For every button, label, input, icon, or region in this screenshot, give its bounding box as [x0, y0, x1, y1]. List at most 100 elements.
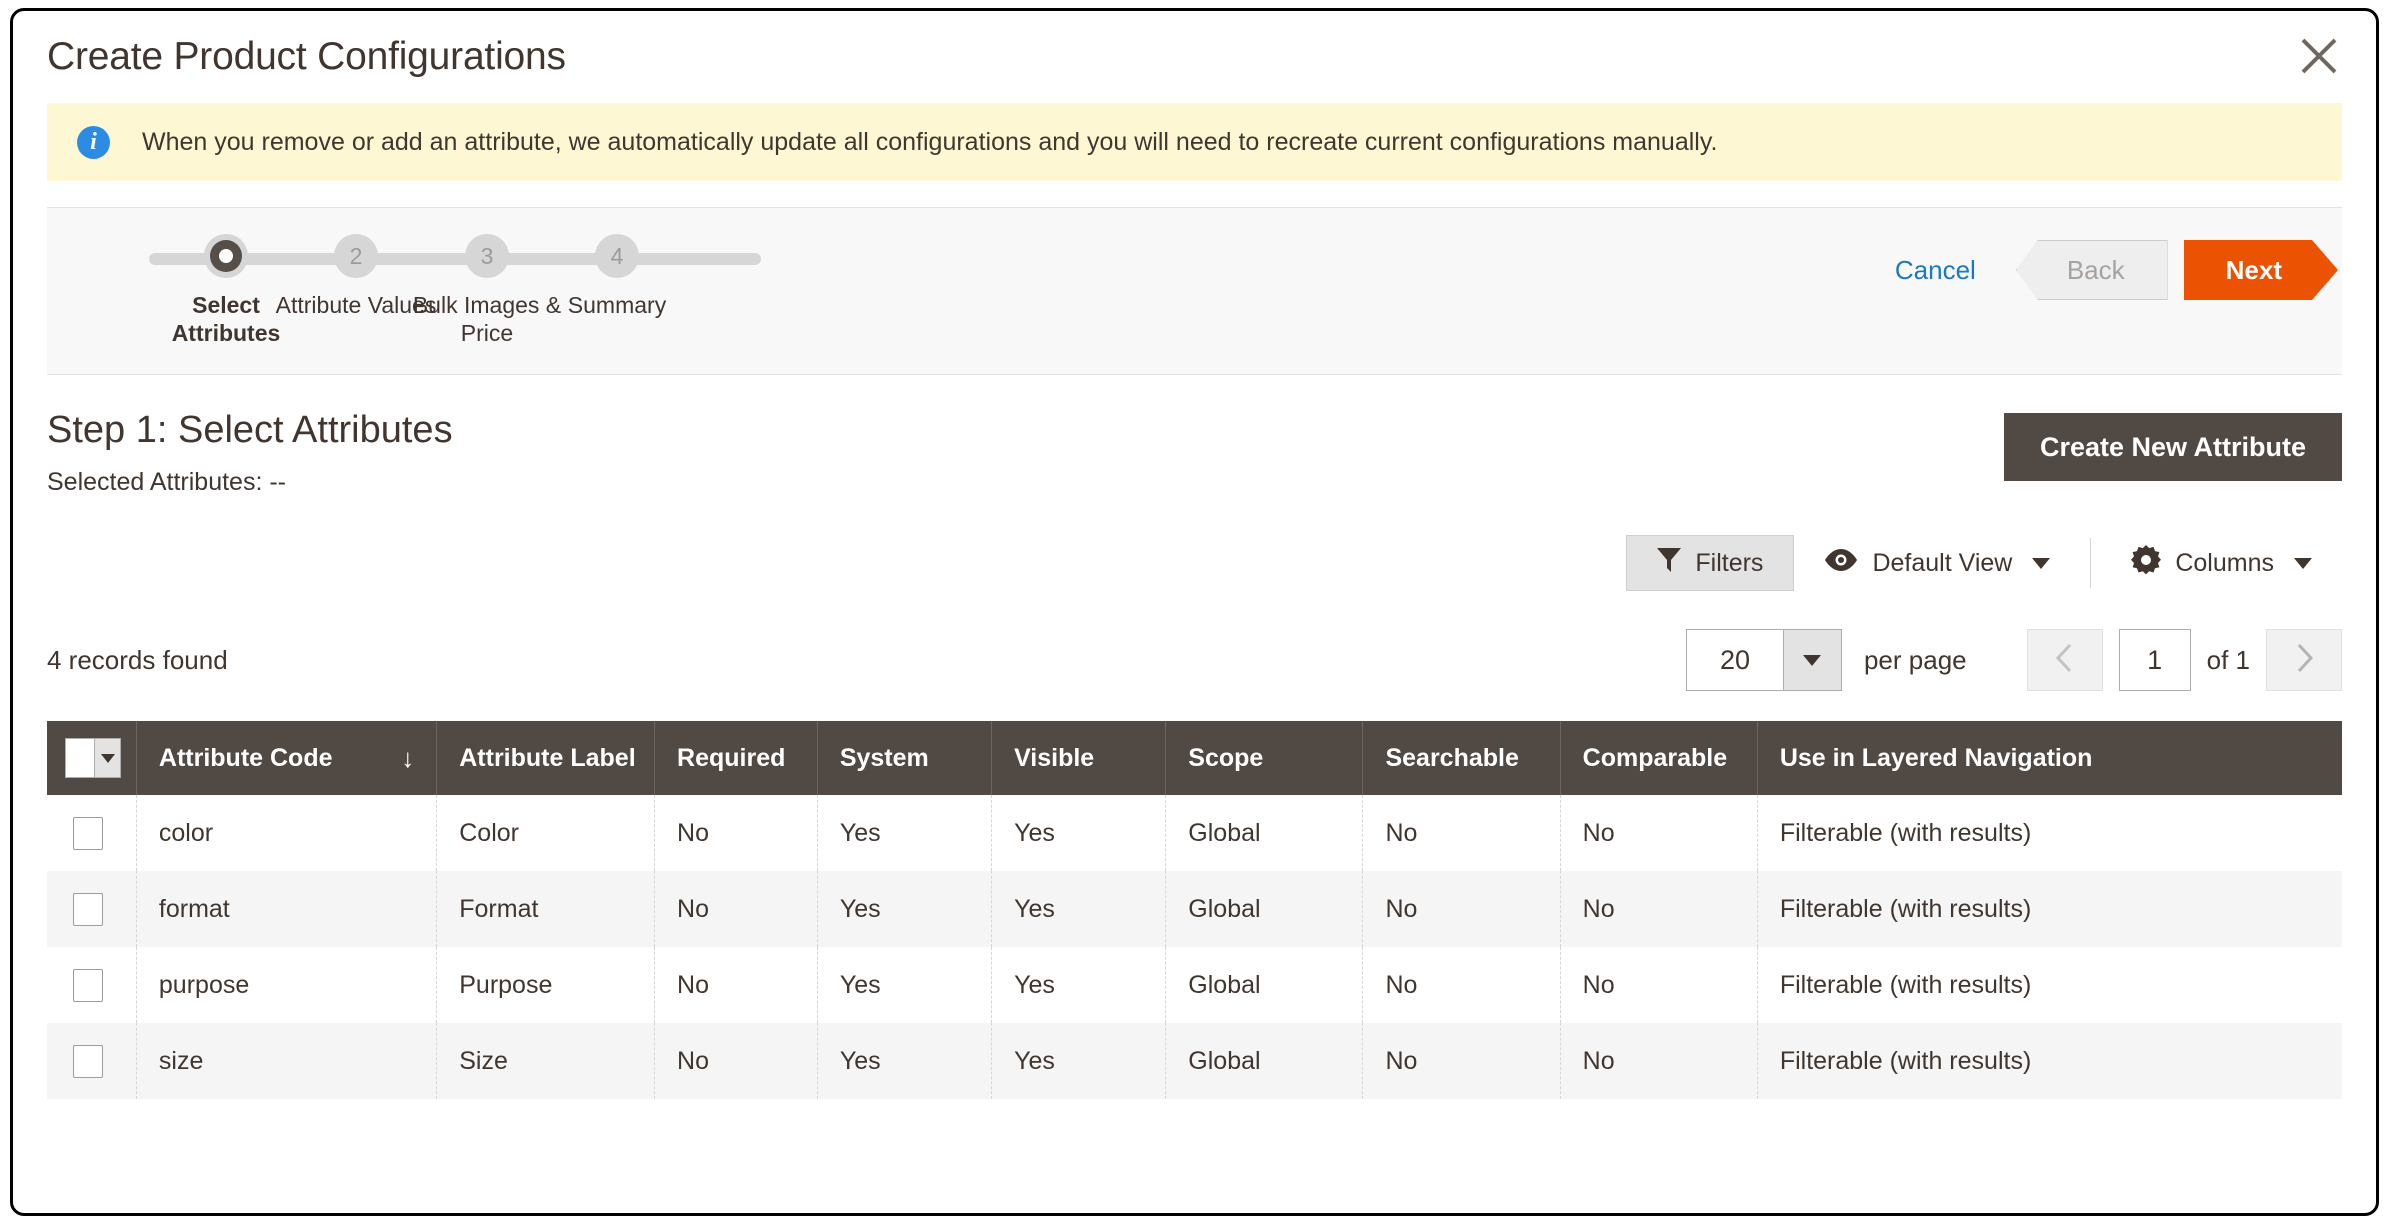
- cell-layered-navigation: Filterable (with results): [1779, 894, 2032, 923]
- chevron-down-icon: [2032, 557, 2051, 569]
- chevron-right-icon: [2294, 642, 2314, 679]
- modal-header: Create Product Configurations: [13, 11, 2376, 103]
- grid-header-visible[interactable]: Visible: [991, 721, 1167, 795]
- cell-system: Yes: [817, 795, 993, 871]
- create-new-attribute-button[interactable]: Create New Attribute: [2003, 413, 2342, 481]
- cell-searchable: No: [1362, 871, 1561, 947]
- default-view-label: Default View: [1872, 548, 2013, 577]
- table-row[interactable]: color Color No Yes Yes Global No No Filt…: [47, 795, 2342, 871]
- table-row[interactable]: purpose Purpose No Yes Yes Global No No …: [47, 947, 2342, 1023]
- grid-toolbar: Filters Default View Columns: [47, 535, 2342, 591]
- step-bullet-2: 2: [334, 234, 378, 278]
- cell-system: Yes: [817, 871, 993, 947]
- cell-required: No: [654, 1023, 818, 1099]
- attributes-grid: Attribute Code ↓ Attribute Label Require…: [47, 721, 2342, 1099]
- cell-attribute-label: Size: [436, 1023, 656, 1099]
- row-select-cell[interactable]: [47, 947, 137, 1023]
- row-checkbox[interactable]: [73, 968, 103, 1002]
- eye-icon: [1824, 548, 1858, 579]
- cell-system: Yes: [817, 947, 993, 1023]
- per-page-label: per page: [1863, 644, 1967, 675]
- section-title: Step 1: Select Attributes: [47, 409, 453, 451]
- row-select-cell[interactable]: [47, 1023, 137, 1099]
- section-header-text: Step 1: Select Attributes Selected Attri…: [47, 409, 453, 497]
- wizard-steps-bar: Select Attributes 2 Attribute Values 3 B…: [47, 207, 2342, 375]
- info-icon: i: [77, 125, 110, 159]
- back-button[interactable]: Back: [2015, 240, 2168, 300]
- notice-wrapper: i When you remove or add an attribute, w…: [13, 103, 2376, 181]
- grid-header-scope[interactable]: Scope: [1165, 721, 1364, 795]
- arrow-down-icon: ↓: [401, 742, 415, 773]
- grid-header-select-all[interactable]: [47, 721, 137, 795]
- select-all-dropdown-arrow[interactable]: [94, 739, 120, 777]
- step-label-4: Summary: [567, 292, 667, 318]
- chevron-down-icon: [100, 753, 115, 763]
- cancel-button[interactable]: Cancel: [1895, 255, 1976, 286]
- default-view-selector[interactable]: Default View: [1794, 535, 2080, 591]
- page-title: Create Product Configurations: [47, 35, 566, 78]
- columns-label: Columns: [2175, 548, 2274, 577]
- select-all-checkbox[interactable]: [66, 739, 94, 777]
- grid-header-comparable[interactable]: Comparable: [1560, 721, 1758, 795]
- cell-scope: Global: [1165, 795, 1364, 871]
- page-number-input[interactable]: [2118, 629, 2191, 691]
- per-page-dropdown-arrow[interactable]: [1782, 630, 1841, 690]
- step-section: Step 1: Select Attributes Selected Attri…: [13, 409, 2376, 1099]
- grid-header-system[interactable]: System: [817, 721, 993, 795]
- cell-scope: Global: [1165, 1023, 1364, 1099]
- cell-attribute-code: size: [136, 1023, 438, 1099]
- cell-visible: Yes: [991, 1023, 1167, 1099]
- cell-visible: Yes: [991, 871, 1167, 947]
- step-bullet-1: [204, 234, 248, 278]
- row-select-cell[interactable]: [47, 871, 137, 947]
- row-checkbox[interactable]: [73, 892, 103, 926]
- columns-selector[interactable]: Columns: [2101, 535, 2342, 591]
- cell-scope: Global: [1165, 947, 1364, 1023]
- previous-page-button[interactable]: [2026, 629, 2103, 691]
- filters-button[interactable]: Filters: [1626, 535, 1795, 591]
- row-checkbox[interactable]: [73, 816, 103, 850]
- grid-header-label: Attribute Code: [158, 743, 333, 772]
- row-checkbox[interactable]: [73, 1044, 103, 1078]
- cell-attribute-code: color: [136, 795, 438, 871]
- cell-comparable: No: [1560, 1023, 1758, 1099]
- row-select-cell[interactable]: [47, 795, 137, 871]
- filters-label: Filters: [1695, 548, 1764, 577]
- cell-attribute-label: Purpose: [436, 947, 656, 1023]
- section-header: Step 1: Select Attributes Selected Attri…: [47, 409, 2342, 497]
- next-button[interactable]: Next: [2184, 240, 2338, 300]
- grid-body: color Color No Yes Yes Global No No Filt…: [47, 795, 2342, 1099]
- chevron-left-icon: [2055, 642, 2075, 679]
- funnel-icon: [1657, 547, 1682, 580]
- select-all-checkbox-dropdown[interactable]: [65, 738, 121, 778]
- cell-visible: Yes: [991, 795, 1167, 871]
- cell-searchable: No: [1362, 1023, 1561, 1099]
- info-notice: i When you remove or add an attribute, w…: [47, 103, 2342, 181]
- cell-comparable: No: [1560, 947, 1758, 1023]
- cell-attribute-label: Color: [436, 795, 656, 871]
- create-product-configurations-modal: Create Product Configurations i When you…: [10, 8, 2379, 1216]
- grid-header-attribute-label[interactable]: Attribute Label: [436, 721, 656, 795]
- table-row[interactable]: format Format No Yes Yes Global No No Fi…: [47, 871, 2342, 947]
- records-found-label: 4 records found: [47, 644, 228, 675]
- notice-text: When you remove or add an attribute, we …: [142, 127, 1718, 156]
- total-pages-label: of 1: [2206, 644, 2250, 675]
- cell-attribute-label: Format: [436, 871, 656, 947]
- grid-header-row: Attribute Code ↓ Attribute Label Require…: [47, 721, 2342, 795]
- cell-required: No: [654, 795, 818, 871]
- grid-header-searchable[interactable]: Searchable: [1362, 721, 1561, 795]
- per-page-select[interactable]: 20: [1685, 629, 1842, 691]
- step-bullet-4: 4: [595, 234, 639, 278]
- cell-comparable: No: [1560, 795, 1758, 871]
- wizard-step-summary[interactable]: 4 Summary: [527, 234, 707, 319]
- grid-header-attribute-code[interactable]: Attribute Code ↓: [136, 721, 438, 795]
- cell-required: No: [654, 871, 818, 947]
- grid-header-use-in-layered-navigation[interactable]: Use in Layered Navigation: [1757, 721, 2342, 795]
- next-page-button[interactable]: [2266, 629, 2342, 691]
- close-icon[interactable]: [2288, 25, 2350, 87]
- pagination-controls: 20 per page of 1: [1685, 629, 2342, 691]
- table-row[interactable]: size Size No Yes Yes Global No No Filter…: [47, 1023, 2342, 1099]
- grid-header-required[interactable]: Required: [654, 721, 818, 795]
- chevron-down-icon: [1803, 654, 1822, 666]
- pager-row: 4 records found 20 per page 1 of 1: [47, 629, 2342, 691]
